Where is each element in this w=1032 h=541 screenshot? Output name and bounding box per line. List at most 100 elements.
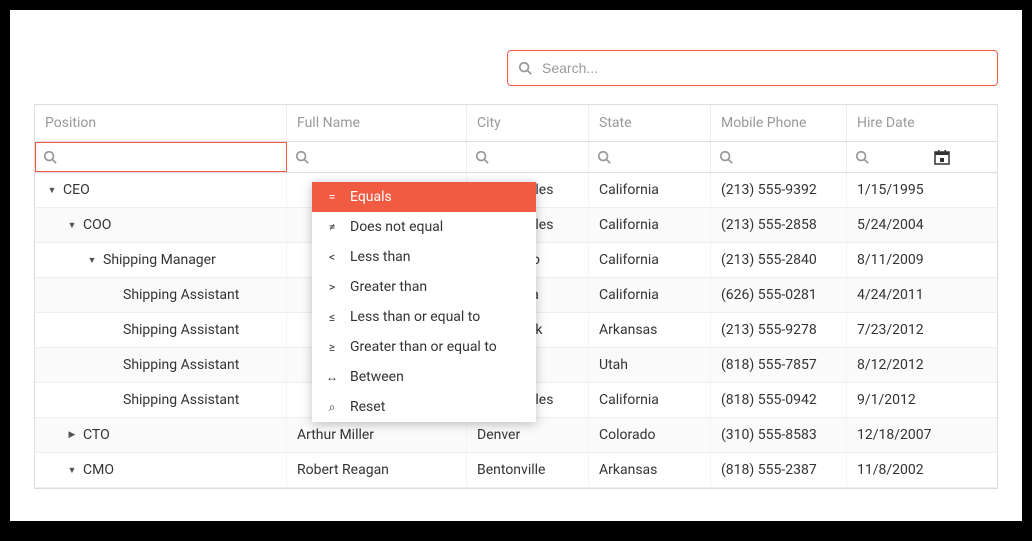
tree-cell[interactable]: ▼ CEO xyxy=(35,173,287,207)
filter-op-less-than[interactable]: < Less than xyxy=(312,242,536,272)
hiredate-cell: 12/18/2007 xyxy=(847,418,958,452)
search-input[interactable] xyxy=(540,59,987,77)
filter-op-label: Less than or equal to xyxy=(350,309,480,325)
filter-op-label: Between xyxy=(350,369,404,385)
phone-cell: (213) 555-2858 xyxy=(711,208,847,242)
position-label: Shipping Assistant xyxy=(123,322,239,338)
filter-op-label: Less than xyxy=(350,249,411,265)
state-cell: Utah xyxy=(589,348,711,382)
hiredate-cell: 7/23/2012 xyxy=(847,313,958,347)
caret-down-icon[interactable]: ▼ xyxy=(47,185,57,196)
caret-down-icon[interactable]: ▼ xyxy=(67,465,77,476)
filter-fullname[interactable] xyxy=(287,142,467,172)
filter-op-does-not-equal[interactable]: ≠ Does not equal xyxy=(312,212,536,242)
filter-op-label: Greater than xyxy=(350,279,427,295)
filter-phone-input[interactable] xyxy=(739,148,838,166)
search-icon xyxy=(43,150,57,164)
col-header-city[interactable]: City xyxy=(467,105,589,141)
col-header-fullname[interactable]: Full Name xyxy=(287,105,467,141)
filter-op-label: Greater than or equal to xyxy=(350,339,497,355)
phone-cell: (818) 555-2387 xyxy=(711,453,847,487)
state-cell: California xyxy=(589,278,711,312)
filter-row xyxy=(35,142,997,173)
operator-icon: ≥ xyxy=(324,340,340,354)
filter-op-greater-than[interactable]: > Greater than xyxy=(312,272,536,302)
global-search[interactable] xyxy=(507,50,998,86)
tree-cell[interactable]: ▼ Shipping Manager xyxy=(35,243,287,277)
col-header-position[interactable]: Position xyxy=(35,105,287,141)
filter-city-input[interactable] xyxy=(495,148,580,166)
operator-icon: ↔ xyxy=(324,370,340,384)
caret-down-icon[interactable]: ▼ xyxy=(87,255,97,266)
operator-icon: < xyxy=(324,250,340,264)
state-cell: Arkansas xyxy=(589,453,711,487)
fullname-cell: Robert Reagan xyxy=(287,453,467,487)
filter-position[interactable] xyxy=(35,142,287,172)
app-frame: Position Full Name City State Mobile Pho… xyxy=(10,10,1022,521)
search-icon xyxy=(855,150,869,164)
city-cell: Bentonville xyxy=(467,453,589,487)
operator-icon: ≤ xyxy=(324,310,340,324)
filter-position-input[interactable] xyxy=(63,148,278,166)
operator-icon: ≠ xyxy=(324,220,340,234)
filter-operation-menu[interactable]: =Equals ≠ Does not equal < Less than > Greater… xyxy=(312,182,536,422)
col-header-state[interactable]: State xyxy=(589,105,711,141)
position-label: CMO xyxy=(83,462,114,478)
col-header-hiredate[interactable]: Hire Date xyxy=(847,105,958,141)
table-row[interactable]: ▶CTOArthur MillerDenverColorado(310) 555… xyxy=(35,418,997,453)
operator-icon: > xyxy=(324,280,340,294)
position-label: Shipping Assistant xyxy=(123,357,239,373)
phone-cell: (818) 555-7857 xyxy=(711,348,847,382)
phone-cell: (213) 555-9392 xyxy=(711,173,847,207)
tree-cell[interactable]: ▼ CMO xyxy=(35,453,287,487)
tree-cell[interactable]: Shipping Assistant xyxy=(35,348,287,382)
state-cell: California xyxy=(589,243,711,277)
filter-state-input[interactable] xyxy=(617,148,702,166)
filter-phone[interactable] xyxy=(711,142,847,172)
filter-op-equals[interactable]: =Equals xyxy=(312,182,536,212)
phone-cell: (213) 555-2840 xyxy=(711,243,847,277)
caret-down-icon[interactable]: ▼ xyxy=(67,220,77,231)
hiredate-cell: 11/8/2002 xyxy=(847,453,958,487)
search-icon xyxy=(597,150,611,164)
filter-hiredate-input[interactable] xyxy=(875,148,928,166)
position-label: COO xyxy=(83,217,111,233)
hiredate-cell: 9/1/2012 xyxy=(847,383,958,417)
search-icon xyxy=(719,150,733,164)
state-cell: California xyxy=(589,208,711,242)
filter-fullname-input[interactable] xyxy=(315,148,458,166)
state-cell: Arkansas xyxy=(589,313,711,347)
filter-op-label: Does not equal xyxy=(350,219,443,235)
filter-op-greater-than-or-equal-to[interactable]: ≥ Greater than or equal to xyxy=(312,332,536,362)
position-label: CTO xyxy=(83,427,110,443)
position-label: CEO xyxy=(63,182,90,198)
hiredate-cell: 8/11/2009 xyxy=(847,243,958,277)
tree-cell[interactable]: ▶ CTO xyxy=(35,418,287,452)
filter-op-less-than-or-equal-to[interactable]: ≤ Less than or equal to xyxy=(312,302,536,332)
hiredate-cell: 4/24/2011 xyxy=(847,278,958,312)
caret-right-icon[interactable]: ▶ xyxy=(67,430,77,440)
filter-hiredate[interactable] xyxy=(847,142,958,172)
operator-icon: = xyxy=(324,190,340,204)
position-label: Shipping Manager xyxy=(103,252,216,268)
filter-op-between[interactable]: ↔ Between xyxy=(312,362,536,392)
filter-city[interactable] xyxy=(467,142,589,172)
state-cell: Colorado xyxy=(589,418,711,452)
search-bar-row xyxy=(34,50,998,86)
hiredate-cell: 1/15/1995 xyxy=(847,173,958,207)
tree-cell[interactable]: Shipping Assistant xyxy=(35,313,287,347)
tree-cell[interactable]: ▼ COO xyxy=(35,208,287,242)
hiredate-cell: 5/24/2004 xyxy=(847,208,958,242)
filter-op-label: Reset xyxy=(350,399,385,415)
search-icon xyxy=(475,150,489,164)
filter-state[interactable] xyxy=(589,142,711,172)
city-cell: Denver xyxy=(467,418,589,452)
col-header-phone[interactable]: Mobile Phone xyxy=(711,105,847,141)
table-row[interactable]: ▼ CMO Robert ReaganBentonvilleArkansas(818… xyxy=(35,453,997,488)
tree-cell[interactable]: Shipping Assistant xyxy=(35,383,287,417)
tree-cell[interactable]: Shipping Assistant xyxy=(35,278,287,312)
search-icon xyxy=(518,61,532,75)
calendar-icon[interactable] xyxy=(934,149,950,165)
filter-op-reset[interactable]: ⌕Reset xyxy=(312,392,536,422)
position-label: Shipping Assistant xyxy=(123,392,239,408)
